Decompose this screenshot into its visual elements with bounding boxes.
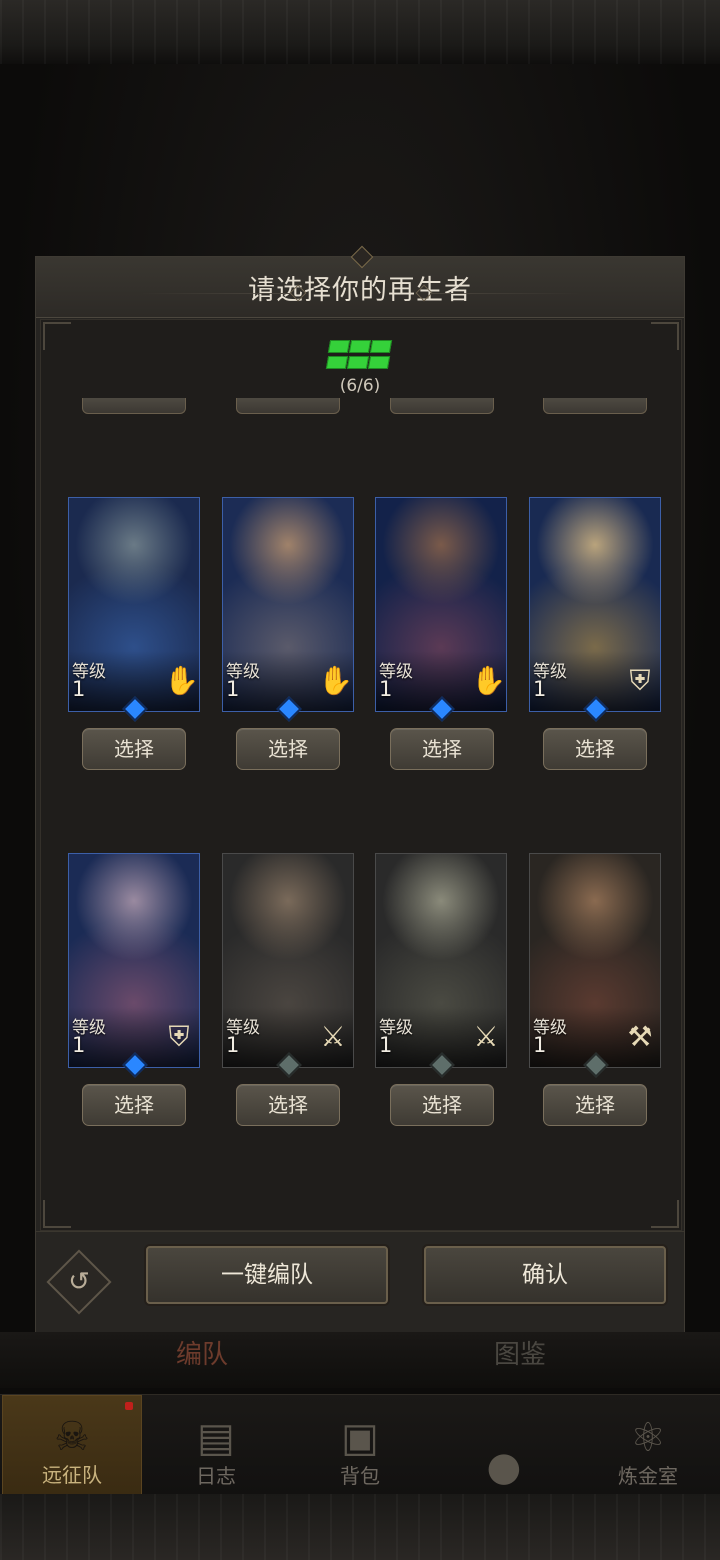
hero-card[interactable]: 等级 1 ⚔ [222, 853, 354, 1078]
select-button-partial[interactable] [390, 398, 494, 414]
level-value: 1 [226, 677, 240, 701]
select-button[interactable]: 选择 [390, 728, 494, 770]
corner-ornament [651, 322, 679, 350]
hero-card[interactable]: 等级 1 ⛨ [529, 497, 661, 722]
nav-alchemy-label: 炼金室 [618, 1464, 678, 1488]
auto-team-button[interactable]: 一键编队 [146, 1246, 388, 1304]
hand-icon: ✋ [471, 664, 506, 697]
level-value: 1 [72, 677, 86, 701]
select-button[interactable]: 选择 [82, 1084, 186, 1126]
hero-card[interactable]: 等级 1 ✋ [375, 497, 507, 722]
dialog-title: 请选择你的再生者 [248, 274, 472, 306]
corner-ornament [43, 322, 71, 350]
select-button[interactable]: 选择 [543, 728, 647, 770]
level-value: 1 [226, 1033, 240, 1057]
select-regenerator-dialog: 请选择你的再生者 ↺ 一键编队 确认 [35, 245, 685, 1332]
corner-ornament [43, 1200, 71, 1228]
level-value: 1 [379, 1033, 393, 1057]
nav-expedition[interactable]: ☠ 远征队 [2, 1395, 142, 1495]
hero-card[interactable]: 等级 1 ⚒ [529, 853, 661, 1078]
select-button[interactable]: 选择 [236, 1084, 340, 1126]
nav-backpack-label: 背包 [340, 1464, 380, 1488]
tab-codex[interactable]: 图鉴 [494, 1334, 546, 1371]
scroll-icon: ▤ [197, 1415, 235, 1461]
locked-icon: ● [486, 1444, 522, 1490]
level-value: 1 [533, 677, 547, 701]
formation-grid-icon [325, 340, 393, 370]
sword-icon: ⚔ [473, 1020, 499, 1053]
shield-icon: ⛨ [168, 1020, 190, 1053]
select-button-partial[interactable] [82, 398, 186, 414]
level-value: 1 [72, 1033, 86, 1057]
hand-icon: ✋ [164, 664, 199, 697]
shield-icon: ⛨ [629, 664, 651, 697]
staff-icon: ⚒ [627, 1020, 653, 1053]
nav-locked[interactable]: ● [434, 1395, 574, 1495]
select-button[interactable]: 选择 [543, 1084, 647, 1126]
sword-icon: ⚔ [320, 1020, 346, 1053]
hero-card[interactable]: 等级 1 ✋ [222, 497, 354, 722]
select-button-partial[interactable] [543, 398, 647, 414]
select-button[interactable]: 选择 [82, 728, 186, 770]
nav-alchemy[interactable]: ⚛ 炼金室 [578, 1395, 718, 1495]
hero-card[interactable]: 等级 1 ⛨ [68, 853, 200, 1078]
formation-count: (6/6) [339, 376, 381, 396]
alchemy-icon: ⚛ [630, 1415, 666, 1461]
tab-formation[interactable]: 编队 [176, 1334, 228, 1371]
level-value: 1 [533, 1033, 547, 1057]
dialog-footer: ↺ 一键编队 确认 [36, 1231, 684, 1332]
confirm-button[interactable]: 确认 [424, 1246, 666, 1304]
select-button[interactable]: 选择 [236, 728, 340, 770]
hand-icon: ✋ [318, 664, 353, 697]
corner-ornament [651, 1200, 679, 1228]
select-button[interactable]: 选择 [390, 1084, 494, 1126]
hero-card[interactable]: 等级 1 ⚔ [375, 853, 507, 1078]
bottom-frame-decoration [0, 1494, 720, 1560]
notification-dot [125, 1402, 133, 1410]
formation-divider-left [140, 293, 290, 294]
select-button-partial[interactable] [236, 398, 340, 414]
backpack-icon: ▣ [341, 1415, 379, 1461]
nav-expedition-label: 远征队 [42, 1463, 102, 1487]
dialog-header: 请选择你的再生者 [36, 245, 684, 318]
nav-journal[interactable]: ▤ 日志 [146, 1395, 286, 1495]
bottom-navigation: ☠ 远征队 ▤ 日志 ▣ 背包 ● ⚛ 炼金室 [0, 1394, 720, 1495]
viking-helmet-icon: ☠ [54, 1414, 90, 1460]
level-value: 1 [379, 677, 393, 701]
nav-journal-label: 日志 [196, 1464, 236, 1488]
top-frame-decoration [0, 0, 720, 66]
formation-divider-right [430, 293, 580, 294]
hero-card[interactable]: 等级 1 ✋ [68, 497, 200, 722]
under-tabs-bar [0, 1332, 720, 1388]
nav-backpack[interactable]: ▣ 背包 [290, 1395, 430, 1495]
undo-icon: ↺ [68, 1267, 90, 1297]
